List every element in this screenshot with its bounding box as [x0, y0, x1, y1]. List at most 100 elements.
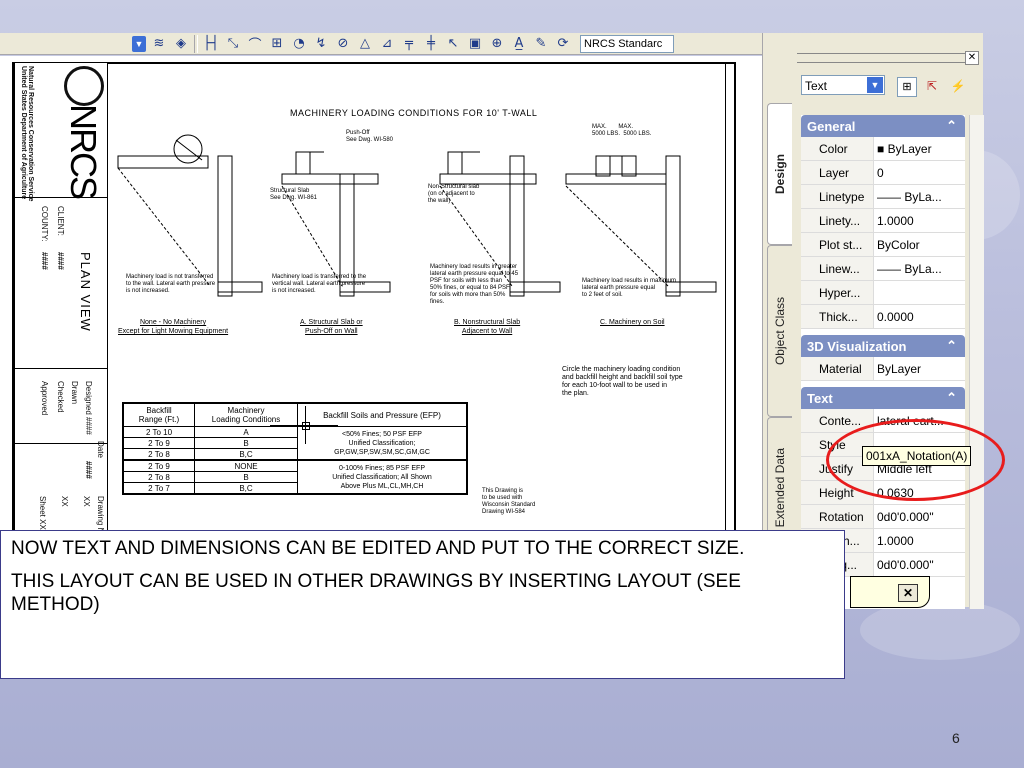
prop-row-layer[interactable]: Layer 0 — [801, 161, 965, 185]
desc-none: Machinery load is not transferred to the… — [126, 274, 216, 294]
tab-design-label: Design — [773, 153, 787, 194]
prop-row-color[interactable]: Color ■ ByLayer — [801, 137, 965, 161]
background-decoration — [860, 600, 1020, 660]
table-cell: NONE — [194, 459, 298, 472]
dim-style-combo[interactable]: NRCS Standarc — [580, 34, 674, 53]
close-icon[interactable]: ✕ — [898, 584, 918, 602]
prop-value[interactable]: 0.0000 — [874, 310, 965, 324]
object-type-select[interactable]: Text ▼ — [801, 75, 885, 95]
prop-row-material[interactable]: Material ByLayer — [801, 357, 965, 381]
prop-row-linetype-scale[interactable]: Linety... 1.0000 — [801, 209, 965, 233]
baseline-dim-icon[interactable]: ╤ — [400, 36, 418, 52]
prop-value[interactable]: ByColor — [874, 238, 965, 252]
jogged-dim-icon[interactable]: ↯ — [312, 36, 330, 52]
table-cell: 2 To 9 — [123, 459, 195, 472]
date-value: #### — [84, 461, 93, 479]
prop-key: Plot st... — [801, 233, 874, 256]
prop-value[interactable]: —— ByLa... — [874, 190, 965, 204]
table-row: 2 To 9 NONE 0-100% Fines; 85 PSF EFP Uni… — [123, 459, 467, 494]
close-icon[interactable]: ✕ — [965, 51, 979, 65]
dropdown-arrow-icon[interactable]: ▼ — [132, 35, 146, 52]
prop-row-hyperlink[interactable]: Hyper... — [801, 281, 965, 305]
quick-dim-icon[interactable]: ⊿ — [378, 36, 396, 52]
chevron-down-icon[interactable]: ▼ — [867, 77, 883, 93]
date-label: Date — [96, 441, 105, 458]
palette-scrollbar[interactable] — [969, 115, 984, 609]
dim-update-icon[interactable]: ⟳ — [554, 36, 572, 52]
drawing-canvas[interactable]: NRCS Natural Resources Conservation Serv… — [0, 56, 762, 532]
drawn-label: Drawn — [70, 381, 79, 405]
prop-value[interactable]: 0d0'0.000" — [874, 558, 965, 572]
toolbar-separator — [194, 34, 198, 53]
linear-dim-icon[interactable]: ├┤ — [202, 36, 220, 52]
collapse-icon[interactable]: ⌃ — [946, 118, 957, 134]
radius-dim-icon[interactable]: ◔ — [290, 36, 308, 52]
sketch-none — [117, 134, 263, 297]
select-objects-icon[interactable]: ⇱ — [923, 77, 941, 95]
prop-key: Linew... — [801, 257, 874, 280]
quick-select-icon[interactable]: ⚡ — [949, 77, 967, 95]
diameter-dim-icon[interactable]: ⊘ — [334, 36, 352, 52]
prop-value[interactable]: ■ ByLayer — [874, 142, 965, 156]
prop-value[interactable]: 0d0'0.000" — [874, 510, 965, 524]
table-cell: B — [194, 471, 298, 483]
angular-dim-icon[interactable]: △ — [356, 36, 374, 52]
table-cell: 2 To 7 — [123, 482, 195, 494]
tab-object-class[interactable]: Object Class — [767, 245, 792, 417]
col-header: Backfill Soils and Pressure (EFP) — [297, 403, 467, 427]
prop-key: Color — [801, 137, 874, 160]
caption-a: A. Structural Slab or Push-Off on Wall — [300, 319, 363, 335]
palette-titlebar[interactable] — [797, 53, 977, 63]
section-general[interactable]: General ⌃ — [801, 115, 965, 137]
prop-value[interactable]: ByLayer — [874, 362, 965, 376]
table-cell: B,C — [194, 448, 298, 461]
caption-c: C. Machinery on Soil — [600, 319, 665, 326]
drawing-xx: XX — [82, 496, 91, 507]
prop-row-rotation[interactable]: Rotation 0d0'0.000" — [801, 505, 965, 529]
object-type-value: Text — [805, 79, 828, 93]
title-block-divider — [15, 443, 107, 444]
county-label: COUNTY: — [40, 206, 49, 242]
prop-value[interactable]: —— ByLa... — [874, 262, 965, 276]
instruction-text: Circle the machinery loading condition a… — [562, 366, 683, 397]
tab-design[interactable]: Design — [767, 103, 792, 245]
section-3d-visualization[interactable]: 3D Visualization ⌃ — [801, 335, 965, 357]
org-full-name: Natural Resources Conservation Service U… — [20, 66, 34, 202]
org-logo-text: NRCS — [63, 104, 104, 199]
layer-prev-icon[interactable]: ◈ — [172, 36, 190, 52]
section-title: 3D Visualization — [807, 338, 907, 354]
aligned-dim-icon[interactable]: ⤡ — [224, 36, 242, 52]
tolerance-icon[interactable]: ▣ — [466, 36, 484, 52]
plan-view-title: PLAN VIEW — [78, 252, 93, 332]
toggle-pickadd-icon[interactable]: ⊞ — [897, 77, 917, 97]
ordinate-dim-icon[interactable]: ⊞ — [268, 36, 286, 52]
center-mark-icon[interactable]: ⊕ — [488, 36, 506, 52]
prop-row-plot-style[interactable]: Plot st... ByColor — [801, 233, 965, 257]
arc-length-icon[interactable]: ⌒ — [246, 36, 264, 53]
layer-tools-icon[interactable]: ≋ — [150, 36, 168, 52]
prop-value[interactable]: 0 — [874, 166, 965, 180]
prop-key: Material — [801, 357, 874, 380]
prop-key: Hyper... — [801, 281, 874, 304]
max-load-label: MAX. MAX. 5000 LBS. 5000 LBS. — [592, 124, 652, 137]
tab-extended-data-label: Extended Data — [773, 448, 787, 528]
prop-value[interactable]: 1.0000 — [874, 214, 965, 228]
sketch-c — [565, 155, 717, 297]
table-cell: 0-100% Fines; 85 PSF EFP Unified Classif… — [297, 459, 467, 494]
table-cell: 2 To 10 — [123, 426, 195, 438]
prop-key: Linetype — [801, 185, 874, 208]
dim-text-edit-icon[interactable]: ✎ — [532, 36, 550, 52]
section-title: Text — [807, 390, 833, 406]
prop-row-thickness[interactable]: Thick... 0.0000 — [801, 305, 965, 329]
leader-icon[interactable]: ↖ — [444, 36, 462, 52]
section-title: General — [807, 118, 856, 134]
continue-dim-icon[interactable]: ╪ — [422, 36, 440, 52]
dim-edit-icon[interactable]: A̲ — [510, 36, 528, 52]
col-header: Backfill Range (Ft.) — [123, 403, 195, 427]
collapse-icon[interactable]: ⌃ — [946, 390, 957, 406]
section-text[interactable]: Text ⌃ — [801, 387, 965, 409]
collapse-icon[interactable]: ⌃ — [946, 338, 957, 354]
prop-row-lineweight[interactable]: Linew... —— ByLa... — [801, 257, 965, 281]
prop-value[interactable]: 1.0000 — [874, 534, 965, 548]
prop-row-linetype[interactable]: Linetype —— ByLa... — [801, 185, 965, 209]
